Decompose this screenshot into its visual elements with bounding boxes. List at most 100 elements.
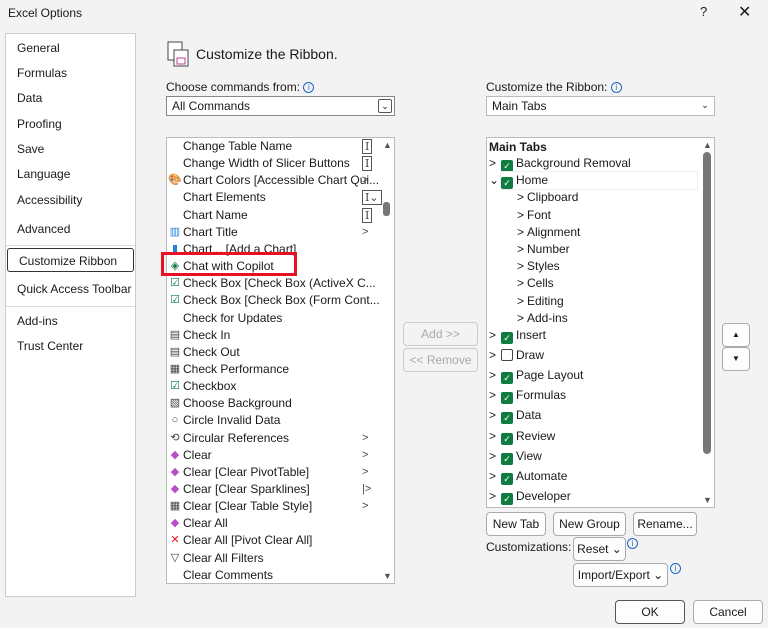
document-icon: ▤: [169, 328, 181, 341]
command-item[interactable]: ☑ Checkbox: [167, 378, 379, 395]
command-label: Check Out: [183, 344, 240, 359]
expand-icon[interactable]: >: [517, 310, 524, 327]
expand-icon[interactable]: >: [489, 387, 496, 404]
expand-icon[interactable]: >: [517, 241, 524, 258]
close-button[interactable]: ✕: [738, 2, 751, 22]
command-item[interactable]: ✕ Clear All [Pivot Clear All]: [167, 532, 379, 549]
ribbon-tabs-dropdown[interactable]: Main Tabs ⌄: [486, 96, 715, 116]
move-down-button[interactable]: ▼: [722, 347, 750, 371]
nav-item-trust-center[interactable]: Trust Center: [6, 334, 135, 358]
nav-item-data[interactable]: Data: [6, 86, 135, 110]
command-label: Check Performance: [183, 361, 290, 376]
scrollbar[interactable]: ▲ ▼: [700, 138, 714, 507]
command-item[interactable]: ▤ Check In: [167, 327, 379, 344]
remove-button[interactable]: << Remove: [403, 348, 478, 372]
expand-icon[interactable]: >: [489, 347, 496, 364]
tree-label: Draw: [516, 348, 545, 363]
command-label: Circular References: [183, 430, 290, 445]
checkbox[interactable]: ✓: [501, 432, 513, 445]
command-item[interactable]: 🎨 Chart Colors [Accessible Chart Qui... >: [167, 172, 379, 189]
references-icon: ⟲: [170, 431, 180, 444]
checkbox[interactable]: ✓: [501, 492, 513, 505]
command-item[interactable]: Change Table Name I: [167, 138, 379, 155]
expand-icon[interactable]: >: [517, 293, 524, 310]
nav-item-language[interactable]: Language: [6, 162, 135, 186]
command-item[interactable]: ▦ Clear [Clear Table Style] >: [167, 498, 379, 515]
tree-item[interactable]: ⌄ ✓ Home: [489, 172, 697, 190]
command-item[interactable]: ▧ Choose Background: [167, 395, 379, 412]
eraser-icon: ◆: [170, 517, 180, 530]
expand-icon[interactable]: >: [489, 155, 496, 172]
command-item[interactable]: ☑ Check Box [Check Box (ActiveX C...: [167, 275, 379, 292]
expand-icon[interactable]: >: [517, 207, 524, 224]
expand-icon[interactable]: >: [489, 407, 496, 424]
nav-item-proofing[interactable]: Proofing: [6, 112, 135, 136]
command-item[interactable]: ▦ Check Performance: [167, 361, 379, 378]
checkbox[interactable]: ✓: [501, 160, 513, 172]
command-item[interactable]: ▽ Clear All Filters: [167, 550, 379, 567]
info-icon: i: [670, 563, 681, 574]
expand-icon[interactable]: >: [489, 327, 496, 344]
nav-item-general[interactable]: General: [6, 36, 135, 60]
checkbox[interactable]: ✓: [501, 332, 513, 344]
command-item[interactable]: ▤ Check Out: [167, 344, 379, 361]
nav-item-add-ins[interactable]: Add-ins: [6, 309, 135, 333]
nav-item-customize-ribbon[interactable]: Customize Ribbon: [7, 248, 134, 272]
nav-item-advanced[interactable]: Advanced: [6, 217, 135, 241]
command-item[interactable]: ⟲ Circular References >: [167, 430, 379, 447]
scrollbar[interactable]: ▲ ▼: [380, 138, 394, 583]
new-tab-button[interactable]: New Tab: [486, 512, 546, 536]
document-icon: ▤: [169, 345, 181, 358]
textbox-indicator-icon: I⌄: [362, 190, 382, 206]
command-label: Clear [Clear PivotTable]: [183, 464, 310, 479]
checkbox[interactable]: ✓: [501, 412, 513, 425]
checkbox[interactable]: ✓: [501, 392, 513, 405]
reset-button[interactable]: Reset ⌄: [573, 537, 626, 561]
expand-icon[interactable]: >: [517, 258, 524, 275]
command-item[interactable]: Chart Elements I⌄: [167, 189, 382, 206]
tree-label: Number: [527, 242, 570, 256]
add-button[interactable]: Add >>: [403, 322, 478, 346]
command-item[interactable]: ◆ Clear [Clear PivotTable] >: [167, 464, 379, 481]
commands-list[interactable]: ▲ ▼ Change Table Name I Change Width of Sl…: [166, 137, 395, 584]
expand-icon[interactable]: >: [489, 468, 496, 485]
command-item[interactable]: ▥ Chart Title >: [167, 224, 379, 241]
collapse-icon[interactable]: ⌄: [489, 172, 499, 189]
expand-icon[interactable]: >: [517, 275, 524, 292]
command-item[interactable]: Change Width of Slicer Buttons I: [167, 155, 379, 172]
help-button[interactable]: ?: [700, 4, 707, 19]
ribbon-tree[interactable]: Main Tabs ▲ ▼ > ✓ Background Removal ⌄ ✓ Home…: [486, 137, 715, 508]
command-item[interactable]: Clear Comments: [167, 567, 379, 583]
checkbox[interactable]: ✓: [501, 177, 513, 190]
cancel-button[interactable]: Cancel: [693, 600, 763, 624]
nav-item-formulas[interactable]: Formulas: [6, 61, 135, 85]
nav-item-save[interactable]: Save: [6, 137, 135, 161]
command-item[interactable]: ○ Circle Invalid Data: [167, 412, 379, 429]
command-item[interactable]: ◆ Clear [Clear Sparklines] |>: [167, 481, 379, 498]
command-item[interactable]: ◆ Clear All: [167, 515, 379, 532]
nav-item-quick-access-toolbar[interactable]: Quick Access Toolbar: [6, 277, 135, 301]
window-title: Excel Options: [8, 6, 83, 20]
move-up-button[interactable]: ▲: [722, 323, 750, 347]
choose-commands-dropdown[interactable]: All Commands ⌄: [166, 96, 395, 116]
checkbox[interactable]: [501, 349, 513, 362]
command-item[interactable]: ☑ Check Box [Check Box (Form Cont...: [167, 292, 380, 309]
nav-item-accessibility[interactable]: Accessibility: [6, 188, 135, 212]
command-item[interactable]: Check for Updates: [167, 310, 379, 327]
expand-icon[interactable]: >: [489, 448, 496, 465]
command-item[interactable]: ◆ Clear >: [167, 447, 379, 464]
checkbox[interactable]: ✓: [501, 472, 513, 485]
expand-icon[interactable]: >: [517, 189, 524, 206]
checkbox[interactable]: ✓: [501, 372, 513, 385]
expand-icon[interactable]: >: [517, 224, 524, 241]
import-export-button[interactable]: Import/Export ⌄: [573, 563, 668, 587]
rename-button[interactable]: Rename...: [633, 512, 697, 536]
new-group-button[interactable]: New Group: [553, 512, 626, 536]
command-item[interactable]: Chart Name I: [167, 207, 379, 224]
checkbox[interactable]: ✓: [501, 452, 513, 465]
expand-icon[interactable]: >: [489, 488, 496, 505]
expand-icon[interactable]: >: [489, 428, 496, 445]
command-label: Circle Invalid Data: [183, 413, 281, 428]
expand-icon[interactable]: >: [489, 367, 496, 384]
ok-button[interactable]: OK: [615, 600, 685, 624]
